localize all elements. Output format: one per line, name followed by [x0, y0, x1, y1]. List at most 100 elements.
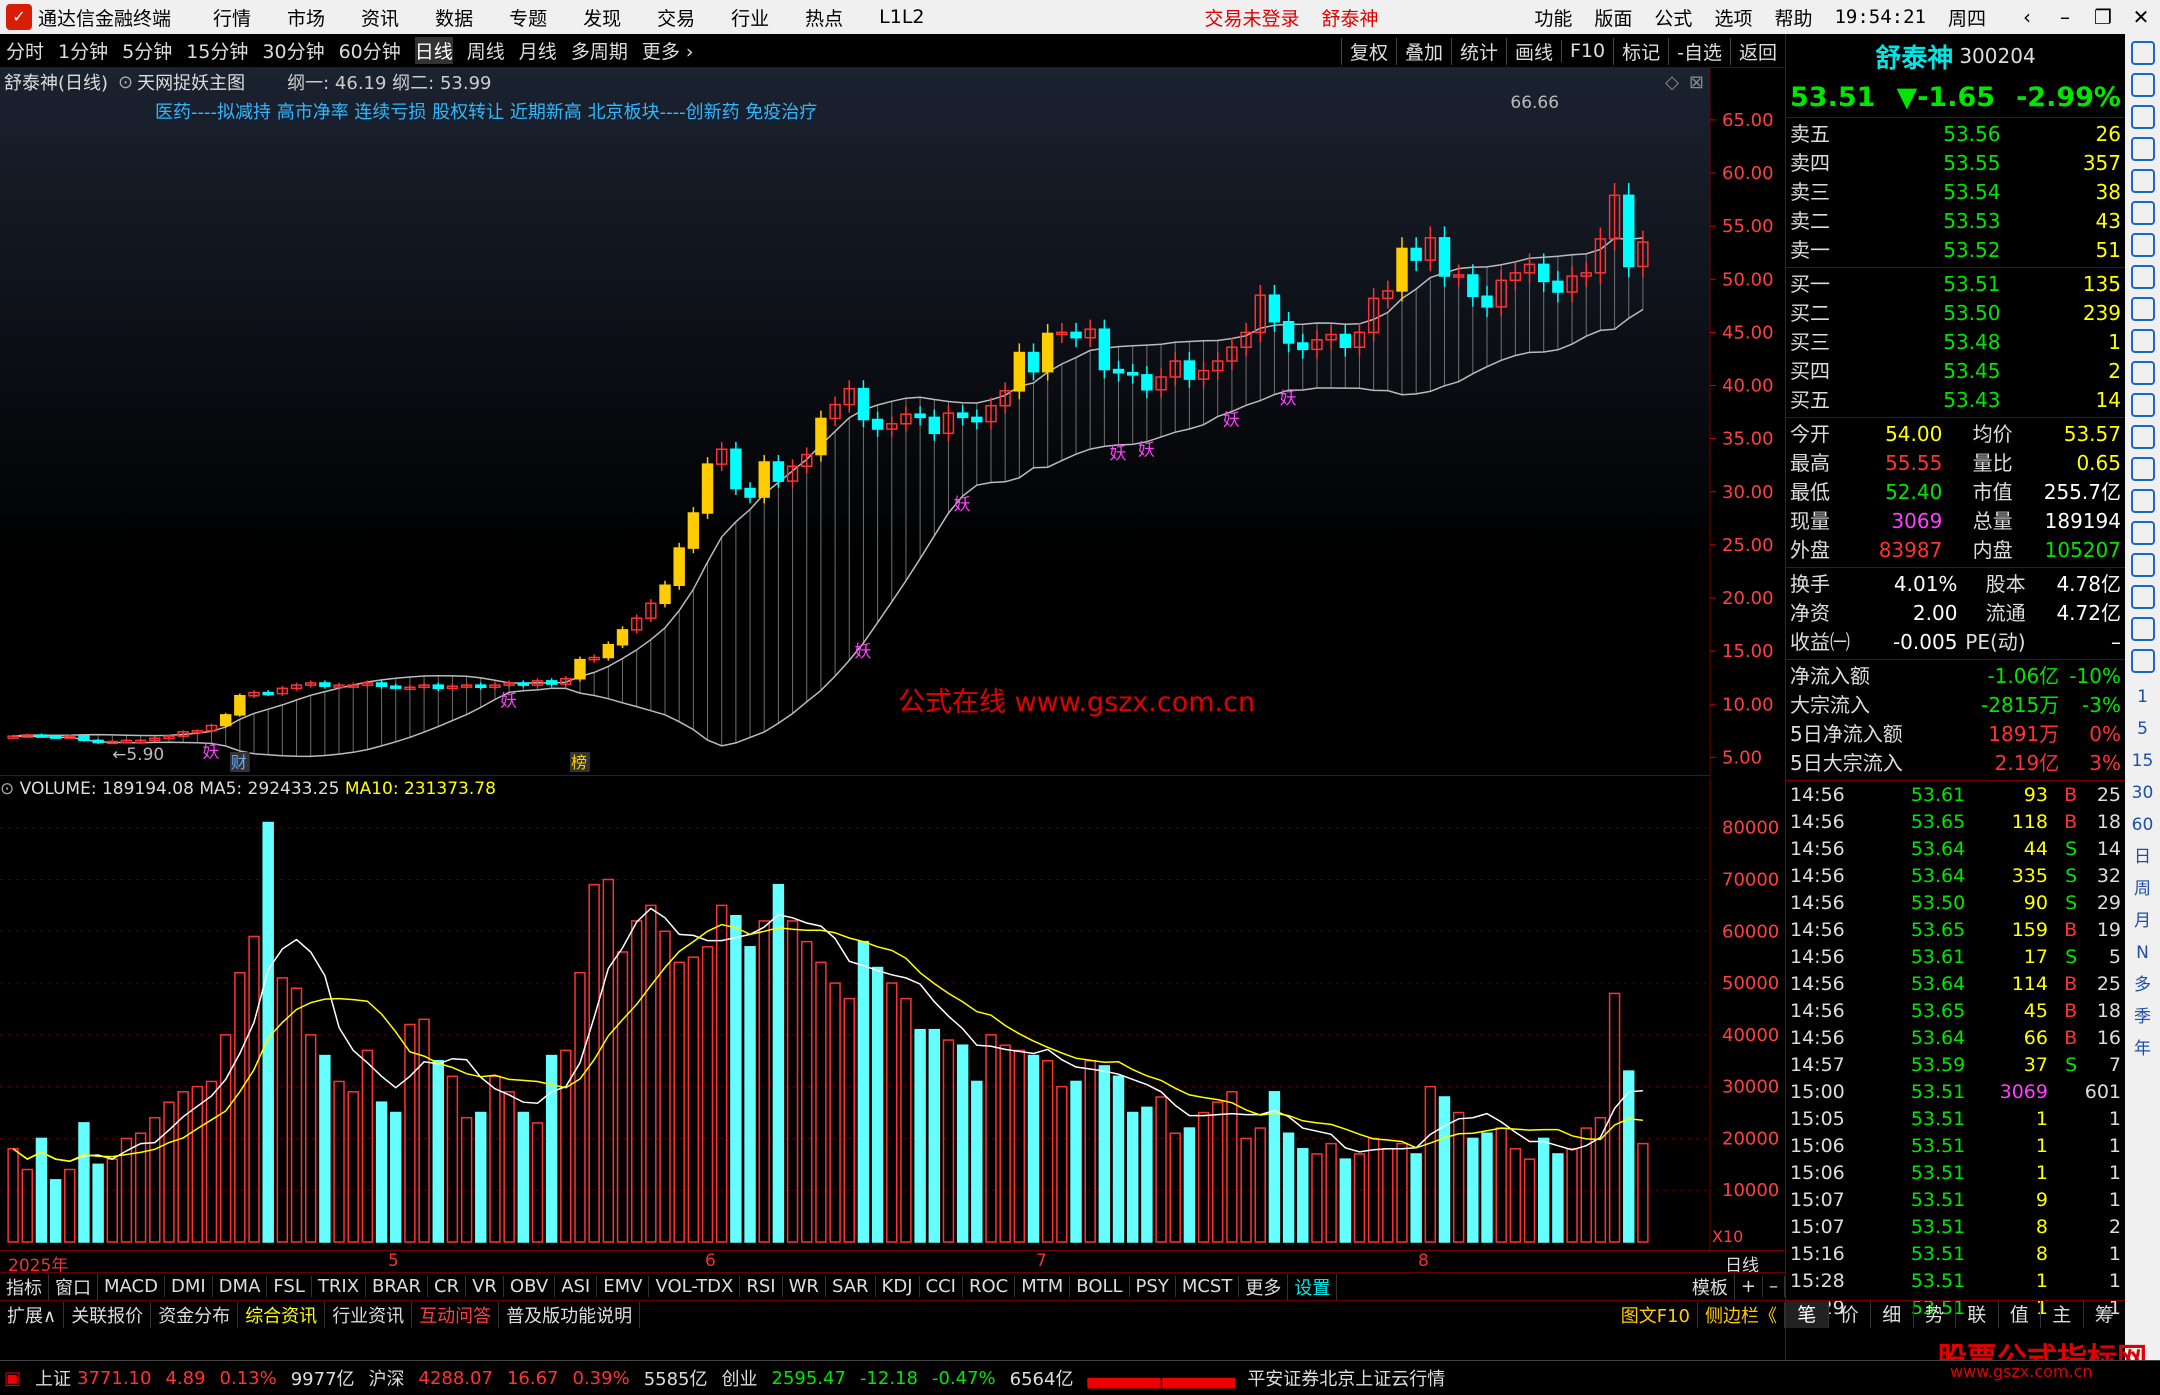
indicator-tab-9[interactable]: VR — [466, 1276, 504, 1297]
period-fenshi[interactable]: 分时 — [6, 37, 44, 64]
side-period-1[interactable]: 5 — [2125, 713, 2160, 745]
tab-f10[interactable]: 图文F10 — [1614, 1301, 1698, 1328]
menu-shichang[interactable]: 市场 — [287, 4, 325, 31]
tab-industry-news[interactable]: 行业资讯 — [325, 1301, 413, 1328]
period-1min[interactable]: 1分钟 — [58, 37, 108, 64]
swap-icon[interactable] — [2130, 489, 2155, 513]
tool-tongji[interactable]: 统计 — [1450, 37, 1506, 65]
close-icon[interactable]: ✕ — [2122, 5, 2160, 29]
tool-biaoji[interactable]: 标记 — [1613, 37, 1668, 65]
indicator-tab-13[interactable]: VOL-TDX — [649, 1276, 741, 1297]
period-daily[interactable]: 日线 — [414, 37, 453, 64]
tool-huaxian[interactable]: 画线 — [1505, 37, 1561, 65]
rsi-icon[interactable] — [2130, 521, 2155, 545]
trend-icon[interactable] — [2130, 201, 2155, 225]
grid-icon[interactable] — [2130, 137, 2155, 161]
template-btn-2[interactable]: – — [1763, 1276, 1785, 1297]
side-period-9[interactable]: 多 — [2125, 969, 2160, 1001]
cy-name[interactable]: 创业 — [722, 1365, 758, 1391]
indicator-tab-3[interactable]: DMI — [165, 1276, 213, 1297]
tick-list[interactable]: 14:56 53.61 93 B 25 14:56 53.65 118 B 18 14:56 53.6… — [1786, 781, 2125, 1323]
period-15min[interactable]: 15分钟 — [186, 37, 248, 64]
indicator-tab-5[interactable]: FSL — [267, 1276, 312, 1297]
diamond-icon[interactable]: ◇ — [1665, 72, 1679, 93]
tool-f10[interactable]: F10 — [1561, 40, 1613, 62]
side-period-0[interactable]: 1 — [2125, 681, 2160, 713]
tab-expand[interactable]: 扩展∧ — [0, 1301, 65, 1328]
quote-tab-1[interactable]: 价 — [1829, 1301, 1871, 1328]
back-arrow-icon[interactable]: ‹ — [2008, 5, 2046, 29]
f10b-icon[interactable] — [2130, 361, 2155, 385]
side-period-10[interactable]: 季 — [2125, 1001, 2160, 1033]
indicator-tab-17[interactable]: KDJ — [876, 1276, 920, 1297]
indicator-tab-24[interactable]: 更多 — [1239, 1273, 1289, 1300]
menu-zhuanti[interactable]: 专题 — [509, 4, 547, 31]
home-icon[interactable] — [2130, 73, 2155, 97]
indicator-tab-25[interactable]: 设置 — [1288, 1273, 1338, 1300]
candlestick-chart[interactable]: 65.00 60.00 55.00 50.00 45.00 40.00 35.00 30.00… — [0, 68, 1785, 776]
tab-edition-info[interactable]: 普及版功能说明 — [499, 1301, 641, 1328]
chart-formula-name[interactable]: 天网捉妖主图 — [137, 69, 245, 95]
sh-name[interactable]: 上证 — [35, 1365, 71, 1391]
side-period-8[interactable]: N — [2125, 937, 2160, 969]
quote-tab-6[interactable]: 主 — [2041, 1301, 2084, 1328]
period-more[interactable]: 更多 › — [642, 37, 694, 64]
period-weekly[interactable]: 周线 — [467, 37, 505, 64]
period-5min[interactable]: 5分钟 — [122, 37, 172, 64]
f10-icon[interactable] — [2130, 297, 2155, 321]
tool-diejia[interactable]: 叠加 — [1395, 37, 1451, 65]
tab-sidebar[interactable]: 侧边栏《 — [1698, 1301, 1785, 1328]
pen-icon[interactable] — [2130, 617, 2155, 641]
menu-shuju[interactable]: 数据 — [435, 4, 473, 31]
indicator-tab-11[interactable]: ASI — [555, 1276, 598, 1297]
indicator-tab-18[interactable]: CCI — [920, 1276, 963, 1297]
restore-icon[interactable]: ❐ — [2084, 5, 2122, 29]
indicator-tab-23[interactable]: MCST — [1176, 1276, 1240, 1297]
indicator-tab-14[interactable]: RSI — [740, 1276, 783, 1297]
indicator-tab-1[interactable]: 窗口 — [49, 1273, 98, 1300]
indicator-tab-8[interactable]: CR — [428, 1276, 467, 1297]
side-period-6[interactable]: 周 — [2125, 873, 2160, 905]
indicator-tab-12[interactable]: EMV — [597, 1276, 650, 1297]
indicator-tab-0[interactable]: 指标 — [0, 1273, 49, 1300]
fs2-icon[interactable] — [2130, 649, 2155, 673]
quote-tab-3[interactable]: 势 — [1914, 1301, 1956, 1328]
indicator-tab-2[interactable]: MACD — [98, 1276, 165, 1297]
quote-tab-7[interactable]: 筹 — [2084, 1301, 2126, 1328]
period-monthly[interactable]: 月线 — [519, 37, 557, 64]
menu-gongshi[interactable]: 公式 — [1654, 4, 1692, 31]
tool-fanhui[interactable]: 返回 — [1729, 37, 1785, 65]
side-period-7[interactable]: 月 — [2125, 905, 2160, 937]
quote-tab-0[interactable]: 笔 — [1786, 1301, 1829, 1328]
panel-close-icon[interactable]: ⊠ — [1689, 72, 1704, 93]
menu-l1l2[interactable]: L1L2 — [879, 6, 924, 28]
menu-faxian[interactable]: 发现 — [583, 4, 621, 31]
menu-banmian[interactable]: 版面 — [1594, 4, 1632, 31]
side-period-5[interactable]: 日 — [2125, 841, 2160, 873]
indicator-tab-21[interactable]: BOLL — [1070, 1276, 1130, 1297]
chart-icon[interactable] — [2130, 233, 2155, 257]
volume-chart[interactable]: 80000 70000 60000 50000 40000 30000 20000 10000… — [0, 777, 1785, 1250]
server-name[interactable]: 平安证券北京上证云行情 — [1247, 1365, 1445, 1391]
side-period-3[interactable]: 30 — [2125, 777, 2160, 809]
doc-icon[interactable] — [2130, 265, 2155, 289]
menu-redian[interactable]: 热点 — [805, 4, 843, 31]
menu-hangye[interactable]: 行业 — [731, 4, 769, 31]
up-arrow-icon[interactable] — [2130, 41, 2155, 65]
trade-login-notice[interactable]: 交易未登录 — [1205, 4, 1300, 31]
menu-xuanxiang[interactable]: 选项 — [1714, 4, 1752, 31]
tool-zixuan[interactable]: -自选 — [1668, 37, 1730, 65]
minimize-icon[interactable]: – — [2046, 5, 2084, 29]
template-btn-0[interactable]: 模板 — [1686, 1273, 1735, 1300]
menu-hangqing[interactable]: 行情 — [213, 4, 251, 31]
tab-fund-distribution[interactable]: 资金分布 — [151, 1301, 239, 1328]
quote-tab-5[interactable]: 值 — [1999, 1301, 2041, 1328]
indicator-tab-22[interactable]: PSY — [1130, 1276, 1176, 1297]
formula-toggle-icon[interactable]: ⊙ — [118, 72, 133, 93]
indicator-tab-19[interactable]: ROC — [963, 1276, 1016, 1297]
calc-icon[interactable] — [2130, 393, 2155, 417]
menu-bangzhu[interactable]: 帮助 — [1774, 4, 1812, 31]
sz-name[interactable]: 沪深 — [369, 1365, 405, 1391]
side-period-11[interactable]: 年 — [2125, 1033, 2160, 1065]
period-30min[interactable]: 30分钟 — [262, 37, 324, 64]
